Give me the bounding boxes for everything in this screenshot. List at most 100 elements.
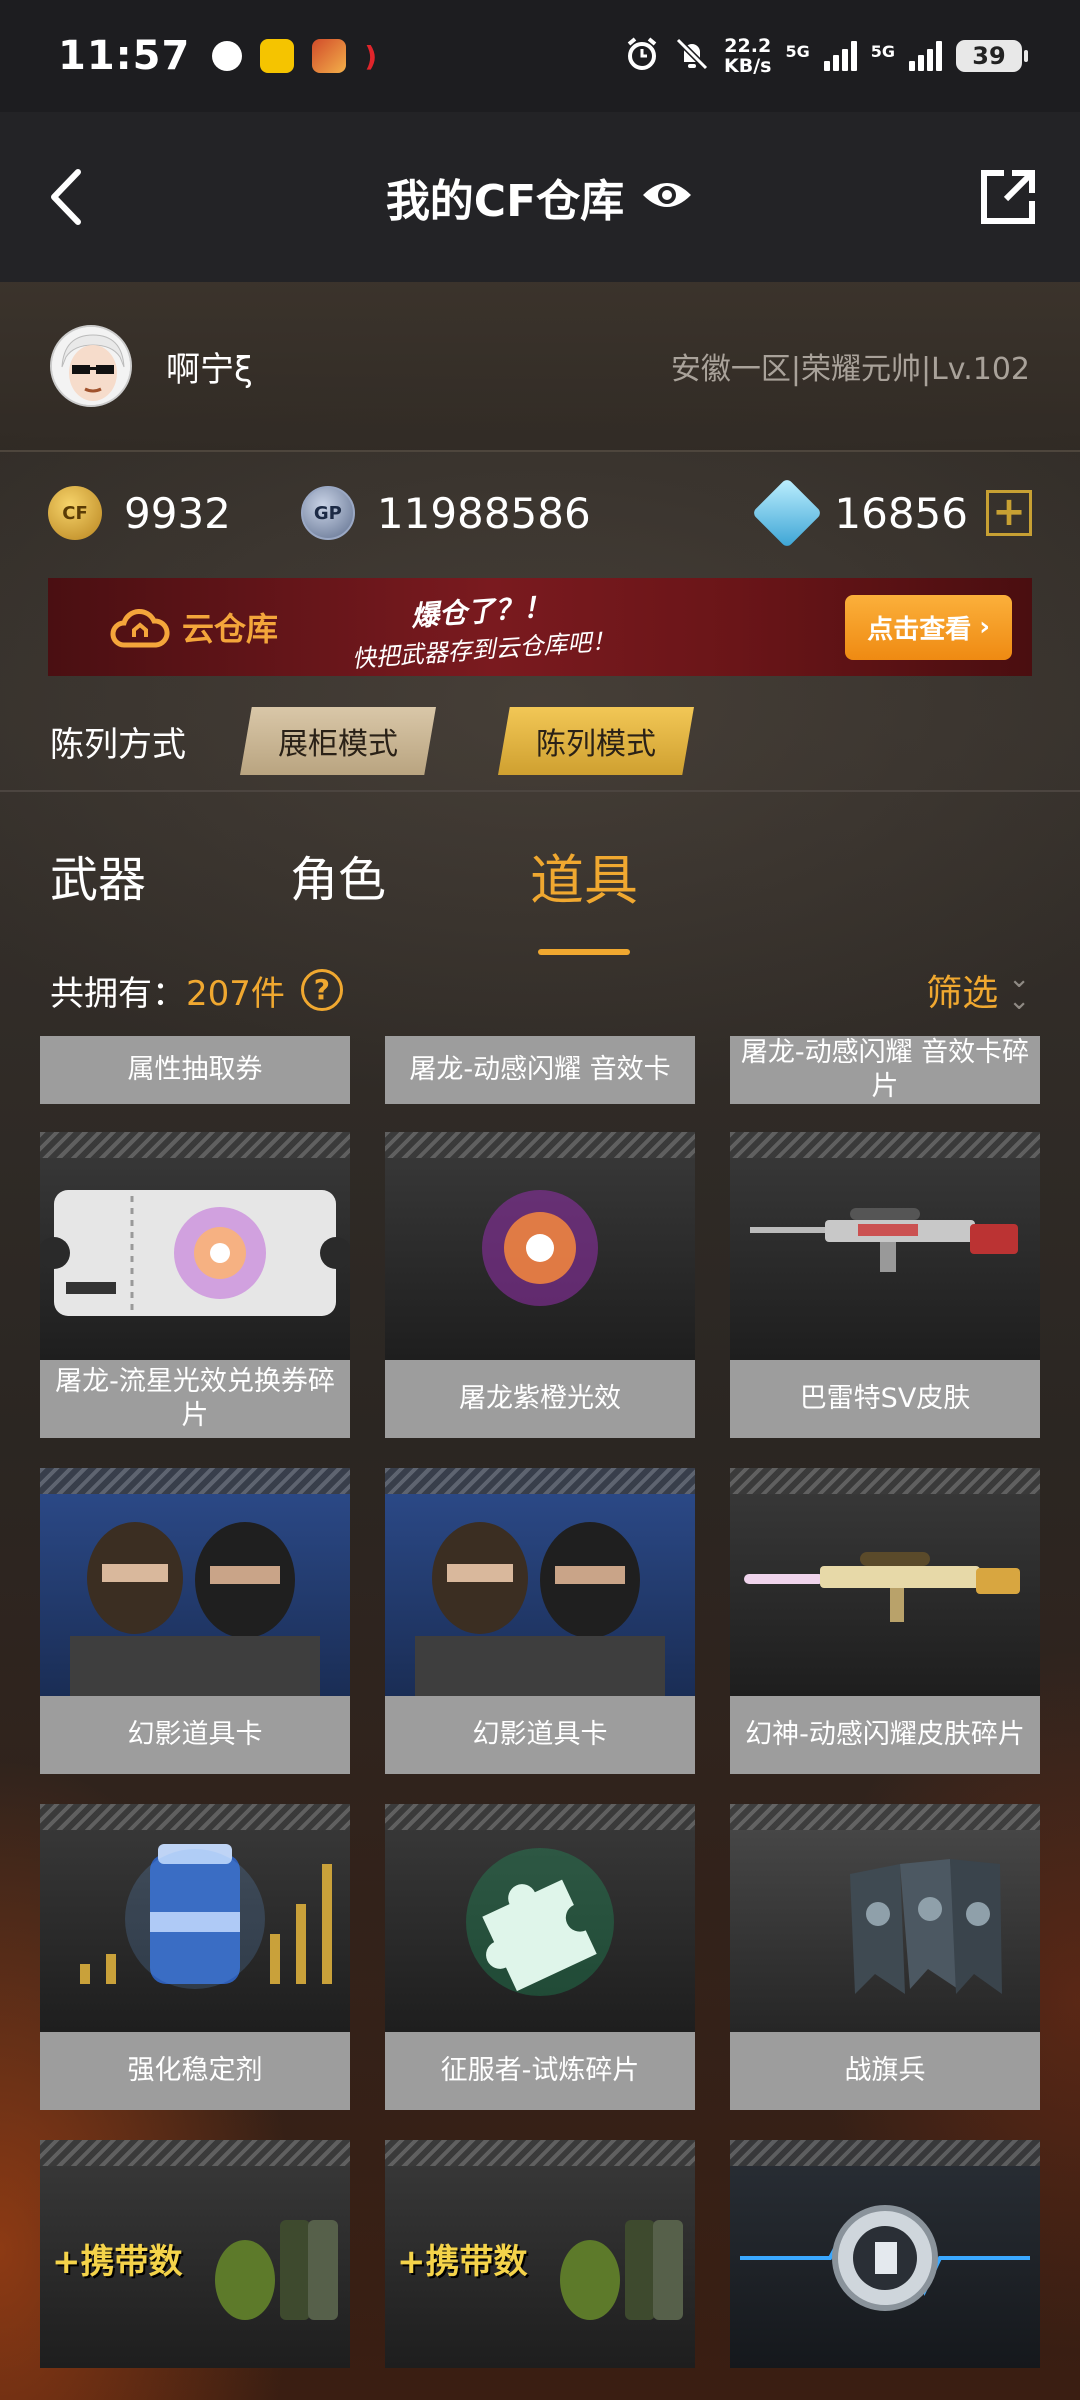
item-grid: 属性抽取券 屠龙-动感闪耀 音效卡 屠龙-动感闪耀 音效卡碎片 屠龙-流星光效兑… xyxy=(40,1036,1040,2400)
username: 啊宁ξ xyxy=(166,349,253,390)
signal-icon xyxy=(823,41,857,71)
item-card[interactable] xyxy=(730,2140,1040,2368)
double-chevron-down-icon: ⌄ ⌄ xyxy=(1008,964,1030,1016)
item-image xyxy=(730,1804,1040,2032)
gp-value: 11988586 xyxy=(376,488,591,538)
qq-notification-icon xyxy=(260,39,295,73)
tab-characters[interactable]: 角色 xyxy=(290,840,386,910)
back-button[interactable] xyxy=(40,162,100,232)
inventory-count-row: 共拥有： 207件 ? 筛选 ⌄ ⌄ xyxy=(0,950,1080,1030)
net-speed: 22.2 KB/s xyxy=(724,36,771,76)
sniper-rifle-icon xyxy=(750,1208,1018,1272)
avatar[interactable] xyxy=(50,325,132,407)
net-speed-value: 22.2 xyxy=(724,35,772,57)
diamond-icon xyxy=(752,477,823,549)
cf-coin-icon: CF xyxy=(48,486,102,540)
currency-row: CF 9932 GP 11988586 16856 + xyxy=(0,458,1080,568)
item-image xyxy=(385,1468,695,1696)
glow-orb-icon xyxy=(482,1190,598,1306)
item-card[interactable]: 战旗兵 xyxy=(730,1804,1040,2110)
sim1-network: 5G xyxy=(785,42,810,61)
sniper-rifle-icon xyxy=(744,1552,1020,1622)
notification-icons: ) xyxy=(212,39,377,73)
item-name: 屠龙紫橙光效 xyxy=(459,1383,621,1414)
item-card[interactable]: 征服者-试炼碎片 xyxy=(385,1804,695,2110)
app-notification-icon xyxy=(212,41,243,71)
display-mode-label: 陈列方式 xyxy=(50,724,186,765)
diamond-points: 16856 xyxy=(752,477,968,549)
item-image xyxy=(730,2140,1040,2368)
status-time: 11:57 xyxy=(58,33,191,79)
eye-icon[interactable] xyxy=(640,177,694,217)
item-card[interactable]: 屠龙-动感闪耀 音效卡 xyxy=(385,1036,695,1104)
filter-label: 筛选 xyxy=(926,973,999,1014)
tab-weapons[interactable]: 武器 xyxy=(50,840,146,910)
diamond-value: 16856 xyxy=(834,488,968,538)
sound-notification-icon: ) xyxy=(364,39,378,73)
item-name: 征服者-试炼碎片 xyxy=(440,2055,640,2086)
item-card[interactable]: 强化稳定剂 xyxy=(40,1804,350,2110)
category-tabs: 武器 角色 道具 xyxy=(0,800,1080,955)
item-card[interactable]: 幻影道具卡 xyxy=(40,1468,350,1774)
alarm-icon xyxy=(624,36,660,76)
item-name: 屠龙-动感闪耀 音效卡碎片 xyxy=(740,1037,1030,1102)
signal-icon-2 xyxy=(909,41,942,71)
item-image xyxy=(40,1132,350,1360)
item-name: 屠龙-流星光效兑换券碎片 xyxy=(55,1366,335,1431)
carry-count-label: +携带数 xyxy=(52,2242,183,2282)
status-right: 22.2 KB/s 5G 5G 39 xyxy=(624,36,1028,76)
profile-row: 啊宁ξ 安徽一区|荣耀元帅|Lv.102 xyxy=(0,282,1080,452)
filter-button[interactable]: 筛选 ⌄ ⌄ xyxy=(926,964,1030,1016)
item-card[interactable]: 属性抽取券 xyxy=(40,1036,350,1104)
status-bar: 11:57 ) 22.2 KB/s 5G 5G 39 xyxy=(0,0,1080,112)
banner-message: 爆仓了？！ 快把武器存到云仓库吧！ xyxy=(348,580,617,673)
game-notification-icon xyxy=(312,39,347,73)
ticket-icon xyxy=(40,1190,350,1316)
item-name: 幻影道具卡 xyxy=(472,1719,608,1750)
item-card[interactable]: 屠龙紫橙光效 xyxy=(385,1132,695,1438)
cloud-house-icon xyxy=(110,609,170,648)
chevron-right-icon: › xyxy=(979,612,990,642)
share-button[interactable] xyxy=(978,167,1038,227)
item-card[interactable]: 幻神-动感闪耀皮肤碎片 xyxy=(730,1468,1040,1774)
mute-icon xyxy=(674,36,710,76)
item-image xyxy=(40,1468,350,1696)
item-image xyxy=(40,1804,350,2032)
carry-count-label: +携带数 xyxy=(397,2242,528,2282)
item-image xyxy=(730,1132,1040,1360)
item-image xyxy=(730,1468,1040,1696)
tab-items[interactable]: 道具 xyxy=(530,836,638,955)
external-link-icon xyxy=(981,170,1035,224)
chevron-left-icon xyxy=(51,169,81,225)
help-icon[interactable]: ? xyxy=(300,969,343,1011)
view-button-label: 点击查看 xyxy=(867,614,972,645)
showcase-mode-button[interactable]: 展柜模式 xyxy=(240,707,436,775)
item-name: 屠龙-动感闪耀 音效卡 xyxy=(409,1054,671,1085)
item-card[interactable]: 屠龙-动感闪耀 音效卡碎片 xyxy=(730,1036,1040,1104)
item-card[interactable]: 屠龙-流星光效兑换券碎片 xyxy=(40,1132,350,1438)
item-card[interactable]: 巴雷特SV皮肤 xyxy=(730,1132,1040,1438)
battery-level: 39 xyxy=(972,42,1006,70)
soldier-card-icon xyxy=(415,1522,665,1696)
item-name: 属性抽取券 xyxy=(127,1054,263,1085)
gp-points: GP 11988586 xyxy=(300,486,591,540)
banner-title: 云仓库 xyxy=(182,610,279,648)
war-flag-icon xyxy=(850,1859,1002,1994)
gp-coin-icon: GP xyxy=(300,486,355,540)
pulse-icon xyxy=(740,2205,1030,2311)
view-button[interactable]: 点击查看 › xyxy=(845,594,1012,660)
page-title: 我的CF仓库 xyxy=(385,176,625,227)
item-image: +携带数 xyxy=(40,2140,350,2368)
item-name: 强化稳定剂 xyxy=(127,2055,263,2086)
add-currency-button[interactable]: + xyxy=(986,490,1032,536)
list-mode-button[interactable]: 陈列模式 xyxy=(498,707,694,775)
cf-points: CF 9932 xyxy=(48,486,231,540)
item-name: 幻影道具卡 xyxy=(127,1719,263,1750)
item-card[interactable]: 幻影道具卡 xyxy=(385,1468,695,1774)
item-card[interactable]: +携带数 xyxy=(40,2140,350,2368)
title-wrap: 我的CF仓库 xyxy=(386,165,694,229)
cloud-storage-banner[interactable]: 云仓库 爆仓了？！ 快把武器存到云仓库吧！ 点击查看 › xyxy=(48,578,1032,676)
item-card[interactable]: +携带数 xyxy=(385,2140,695,2368)
cf-points-value: 9932 xyxy=(124,488,231,538)
sim2-network: 5G xyxy=(870,42,895,61)
